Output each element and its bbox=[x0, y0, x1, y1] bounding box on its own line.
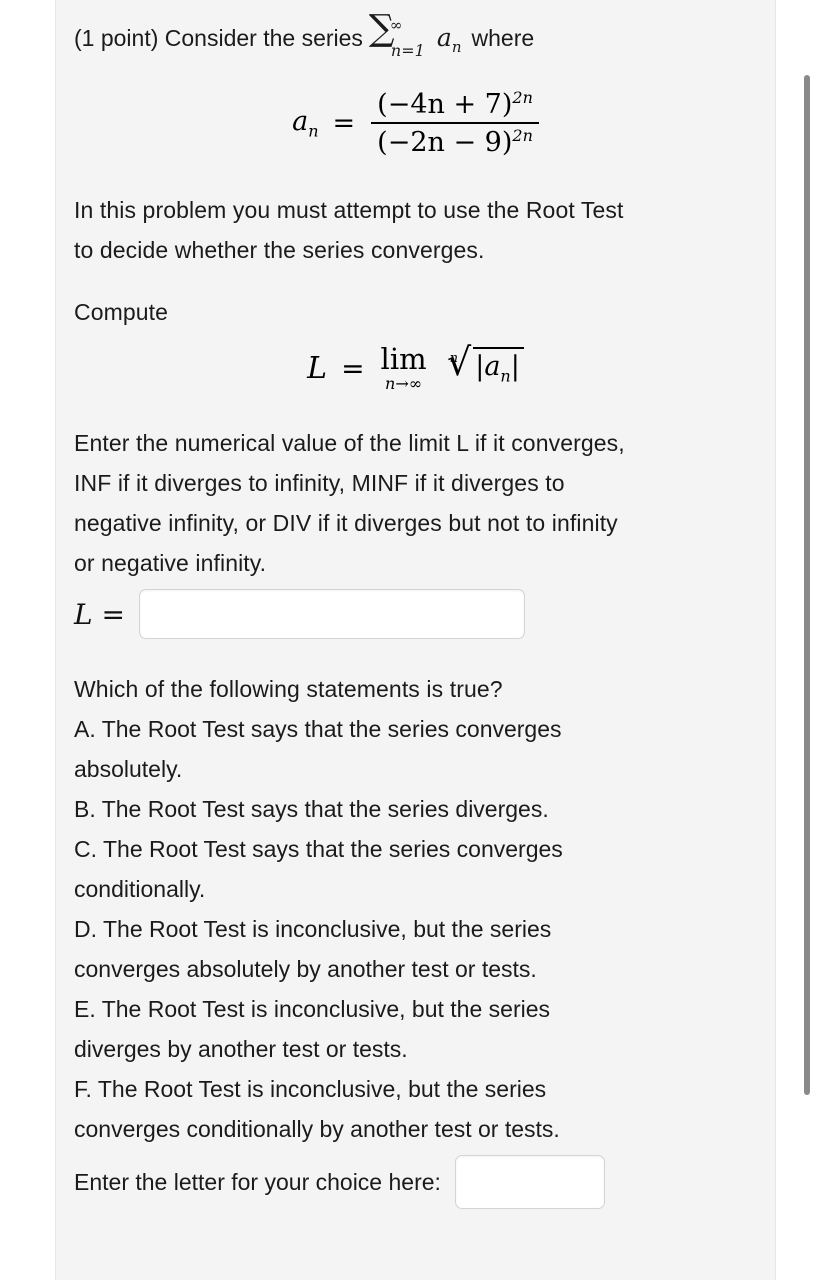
sum-lower-limit: n=1 bbox=[390, 41, 425, 60]
choice-answer-row: Enter the letter for your choice here: bbox=[74, 1155, 757, 1209]
fraction-denominator: (−2n − 9)2n bbox=[377, 126, 533, 158]
limit-L: L bbox=[307, 351, 328, 386]
option-line: converges conditionally by another test … bbox=[74, 1116, 560, 1142]
option-line: absolutely. bbox=[74, 756, 183, 782]
option-line: E. The Root Test is inconclusive, but th… bbox=[74, 996, 551, 1022]
option-line: converges absolutely by another test or … bbox=[74, 956, 537, 982]
equals-sign: = bbox=[332, 107, 356, 139]
lim-word: lim bbox=[380, 342, 427, 376]
choice-answer-input[interactable] bbox=[454, 1155, 605, 1209]
enter-value-line-2: INF if it diverges to infinity, MINF if … bbox=[74, 470, 565, 496]
page-scrollbar-thumb[interactable] bbox=[804, 75, 810, 1095]
fraction-numerator: (−4n + 7)2n bbox=[377, 88, 533, 120]
option-line: B. The Root Test says that the series di… bbox=[74, 796, 549, 822]
instruction-line-2: to decide whether the series converges. bbox=[74, 237, 485, 263]
compute-label: Compute bbox=[74, 299, 169, 325]
instruction-paragraph: In this problem you must attempt to use … bbox=[74, 190, 757, 270]
enter-value-line-3: negative infinity, or DIV if it diverges… bbox=[74, 510, 618, 536]
limit-equals-sign: = bbox=[341, 352, 365, 385]
limit-answer-row: L = bbox=[74, 589, 757, 639]
limit-answer-label: L = bbox=[74, 597, 125, 631]
option-line: diverges by another test or tests. bbox=[74, 1036, 408, 1062]
summation-symbol: ∑ ∞ n=1 bbox=[369, 11, 427, 61]
limit-answer-input[interactable] bbox=[138, 589, 525, 639]
option-line: conditionally. bbox=[74, 876, 206, 902]
option-line: A. The Root Test says that the series co… bbox=[74, 716, 562, 742]
page-scrollbar-track[interactable] bbox=[804, 0, 820, 1280]
radicand: |an| bbox=[473, 347, 524, 386]
an-definition-equation: an = (−4n + 7)2n (−2n − 9)2n bbox=[74, 86, 757, 160]
option-line: C. The Root Test says that the series co… bbox=[74, 836, 563, 862]
enter-value-line-4: or negative infinity. bbox=[74, 550, 267, 576]
enter-value-line-1: Enter the numerical value of the limit L… bbox=[74, 430, 625, 456]
problem-panel: (1 point) Consider the series ∑ ∞ n=1 an… bbox=[55, 0, 776, 1280]
problem-statement-header: (1 point) Consider the series ∑ ∞ n=1 an… bbox=[74, 11, 757, 64]
limit-formula: L = lim n→∞ n √ |an| bbox=[74, 343, 757, 393]
option-line: F. The Root Test is inconclusive, but th… bbox=[74, 1076, 547, 1102]
enter-value-instructions: Enter the numerical value of the limit L… bbox=[74, 423, 757, 583]
lim-subscript: n→∞ bbox=[385, 374, 423, 393]
limit-operator: lim n→∞ bbox=[381, 344, 427, 393]
intro-tail: where bbox=[471, 25, 535, 51]
multiple-choice-options: A. The Root Test says that the series co… bbox=[74, 709, 757, 1149]
instruction-line-1: In this problem you must attempt to use … bbox=[74, 197, 624, 223]
an-lhs: an bbox=[292, 105, 319, 141]
multiple-choice-question: Which of the following statements is tru… bbox=[74, 676, 503, 702]
intro-text: Consider the series bbox=[164, 25, 363, 51]
fraction: (−4n + 7)2n (−2n − 9)2n bbox=[371, 86, 539, 160]
nth-root: n √ |an| bbox=[441, 343, 524, 387]
page-root: (1 point) Consider the series ∑ ∞ n=1 an… bbox=[0, 0, 828, 1280]
root-index: n bbox=[449, 351, 458, 367]
choice-answer-label: Enter the letter for your choice here: bbox=[74, 1169, 441, 1195]
option-line: D. The Root Test is inconclusive, but th… bbox=[74, 916, 552, 942]
series-term: an bbox=[436, 23, 462, 56]
points-label: (1 point) bbox=[74, 25, 159, 51]
